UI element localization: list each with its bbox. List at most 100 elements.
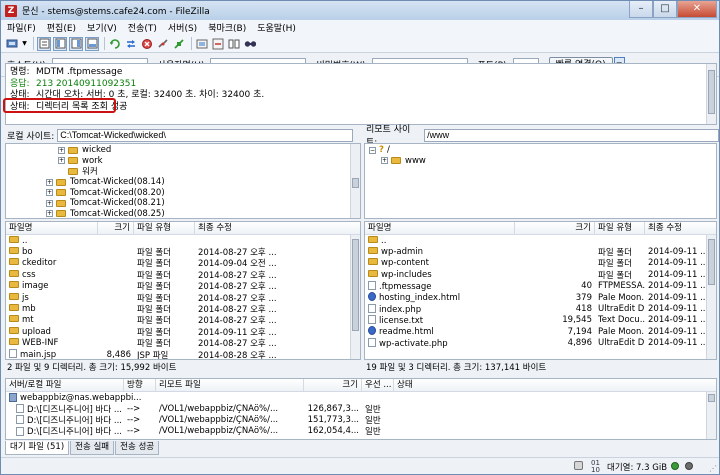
queue-scrollbar[interactable]	[706, 392, 716, 439]
file-row[interactable]: wp-content 파일 폴더 2014-09-11 ...	[365, 258, 716, 269]
menu-edit[interactable]: 편집(E)	[47, 21, 76, 34]
close-button[interactable]: ✕	[677, 1, 717, 18]
tab-queued-files[interactable]: 대기 파일 (51)	[5, 441, 70, 455]
menu-bookmarks[interactable]: 북마크(B)	[208, 21, 246, 34]
file-row[interactable]: main.jsp 8,486 JSP 파일 2014-08-28 오후 ...	[6, 349, 360, 359]
reconnect-icon[interactable]	[172, 37, 186, 51]
site-manager-icon[interactable]	[5, 37, 19, 51]
sync-browsing-icon[interactable]	[211, 37, 225, 51]
resize-grip-icon[interactable]: ⋰	[709, 464, 717, 473]
expand-icon[interactable]: +	[46, 210, 53, 218]
column-modified[interactable]: 최종 수정	[645, 222, 708, 235]
title-bar[interactable]: Z 문신 - stems@stems.cafe24.com - FileZill…	[1, 1, 719, 20]
expand-icon[interactable]: +	[46, 178, 53, 186]
remote-file-list[interactable]: 파일명 크기 파일 유형 최종 수정 .. wp-admin 파일 폴더 2014-0…	[364, 221, 717, 360]
dropdown-arrow-icon[interactable]: ▼	[21, 37, 28, 51]
toggle-log-icon[interactable]	[37, 36, 51, 51]
file-row[interactable]: wp-includes 파일 폴더 2014-09-11 ...	[365, 269, 716, 281]
file-row[interactable]: ckeditor 파일 폴더 2014-09-04 오전 ...	[6, 258, 360, 269]
toggle-queue-icon[interactable]	[85, 36, 99, 51]
local-directory-tree[interactable]: + wicked + work 워커 + Tomcat-Wicked(08.14) +…	[5, 143, 361, 219]
refresh-icon[interactable]	[108, 37, 122, 51]
column-size[interactable]: 크기	[304, 379, 362, 392]
column-priority[interactable]: 우선 ...	[362, 379, 394, 392]
collapse-icon[interactable]: −	[369, 146, 376, 154]
scrollbar-thumb[interactable]	[708, 394, 715, 402]
tree-item[interactable]: + Tomcat-Wicked(08.14)	[6, 177, 360, 188]
tree-item[interactable]: + Tomcat-Wicked(08.25)	[6, 209, 360, 218]
remote-path-input[interactable]	[424, 128, 719, 142]
file-row[interactable]: license.txt 19,545 Text Docu... 2014-09-11 …	[365, 314, 716, 326]
queue-row[interactable]: D:\[디즈니주니어] 바다 ... --> /VOL1/webappbiz/ÇÑÀ…	[6, 426, 716, 437]
column-remote-file[interactable]: 리모트 파일	[156, 379, 304, 392]
expand-icon[interactable]: +	[46, 199, 53, 207]
queue-server-row[interactable]: webappbiz@nas.webappbi...	[6, 392, 716, 403]
column-status[interactable]: 상태	[394, 379, 474, 392]
scrollbar-thumb[interactable]	[708, 70, 715, 114]
column-filetype[interactable]: 파일 유형	[134, 222, 195, 235]
menu-transfer[interactable]: 전송(T)	[128, 21, 157, 34]
tree-item[interactable]: 워커	[6, 166, 360, 177]
directory-listing-filters-icon[interactable]	[195, 37, 209, 51]
expand-icon[interactable]: +	[381, 157, 388, 165]
file-row[interactable]: readme.html 7,194 Pale Moon... 2014-09-11 .…	[365, 326, 716, 337]
toggle-remote-tree-icon[interactable]	[69, 36, 83, 51]
file-row[interactable]: .ftpmessage 40 FTPMESSA...2014-09-11 ...	[365, 280, 716, 292]
local-file-list[interactable]: 파일명 크기 파일 유형 최종 수정 .. bo 파일 폴더 2014-08-27 오…	[5, 221, 361, 360]
column-size[interactable]: 크기	[98, 222, 134, 235]
tree-item[interactable]: + www	[365, 156, 716, 167]
file-row[interactable]: WEB-INF 파일 폴더 2014-08-27 오후 ...	[6, 338, 360, 349]
compare-directories-icon[interactable]	[227, 37, 241, 51]
expand-icon[interactable]: +	[46, 189, 53, 197]
file-row[interactable]: ..	[365, 235, 716, 246]
column-filetype[interactable]: 파일 유형	[595, 222, 645, 235]
file-row[interactable]: image 파일 폴더 2014-08-27 오후 ...	[6, 281, 360, 292]
file-row[interactable]: wp-activate.php 4,896 UltraEdit D...2014-0…	[365, 337, 716, 349]
tab-successful-transfers[interactable]: 전송 성공	[115, 441, 160, 455]
file-row[interactable]: bo 파일 폴더 2014-08-27 오후 ...	[6, 246, 360, 258]
menu-view[interactable]: 보기(V)	[87, 21, 117, 34]
tree-item[interactable]: + work	[6, 156, 360, 167]
tree-item[interactable]: + wicked	[6, 145, 360, 156]
column-modified[interactable]: 최종 수정	[195, 222, 351, 235]
menu-file[interactable]: 파일(F)	[7, 21, 36, 34]
file-row[interactable]: hosting_index.html 379 Pale Moon... 2014-09…	[365, 292, 716, 303]
scrollbar-thumb[interactable]	[708, 239, 715, 285]
local-path-input[interactable]	[57, 128, 354, 142]
column-server-local-file[interactable]: 서버/로컬 파일	[6, 379, 124, 392]
scrollbar-thumb[interactable]	[352, 178, 359, 188]
tab-failed-transfers[interactable]: 전송 실패	[70, 441, 115, 455]
process-queue-icon[interactable]	[124, 37, 138, 51]
menu-help[interactable]: 도움말(H)	[257, 21, 296, 34]
file-row[interactable]: css 파일 폴더 2014-08-27 오후 ...	[6, 269, 360, 281]
file-row[interactable]: wp-admin 파일 폴더 2014-09-11 ...	[365, 246, 716, 258]
column-direction[interactable]: 방향	[124, 379, 156, 392]
file-row[interactable]: mb 파일 폴더 2014-08-27 오후 ...	[6, 303, 360, 315]
disconnect-icon[interactable]	[156, 37, 170, 51]
file-row[interactable]: index.php 418 UltraEdit D...2014-09-11 ...	[365, 303, 716, 315]
tree-item[interactable]: + Tomcat-Wicked(08.20)	[6, 187, 360, 198]
file-row[interactable]: ..	[6, 235, 360, 246]
scrollbar-thumb[interactable]	[352, 239, 359, 331]
menu-server[interactable]: 서버(S)	[168, 21, 197, 34]
maximize-button[interactable]: □	[653, 1, 677, 18]
local-file-scrollbar[interactable]	[350, 235, 360, 359]
file-row[interactable]: js 파일 폴더 2014-08-27 오후 ...	[6, 292, 360, 304]
transfer-queue[interactable]: 서버/로컬 파일 방향 리모트 파일 크기 우선 ... 상태 webappbi…	[5, 378, 717, 440]
expand-icon[interactable]: +	[58, 146, 65, 154]
column-filename[interactable]: 파일명	[365, 222, 515, 235]
expand-icon[interactable]: +	[58, 157, 65, 165]
remote-file-scrollbar[interactable]	[706, 235, 716, 359]
toggle-local-tree-icon[interactable]	[53, 36, 67, 51]
cancel-icon[interactable]	[140, 37, 154, 51]
column-size[interactable]: 크기	[515, 222, 595, 235]
file-row[interactable]: upload 파일 폴더 2014-09-11 오후 ...	[6, 326, 360, 338]
queue-row[interactable]: D:\[디즈니주니어] 바다 ... --> /VOL1/webappbiz/ÇÑÀ…	[6, 414, 716, 426]
queue-row[interactable]: D:\[디즈니주니어] 바다 ... --> /VOL1/webappbiz/ÇÑÀ…	[6, 403, 716, 415]
file-row[interactable]: mt 파일 폴더 2014-08-27 오후 ...	[6, 315, 360, 326]
tree-item[interactable]: + Tomcat-Wicked(08.21)	[6, 198, 360, 209]
remote-directory-tree[interactable]: −? / + www	[364, 143, 717, 219]
message-log[interactable]: 명령: MDTM .ftpmessage 응답: 213 2014091109235…	[5, 63, 717, 125]
log-scrollbar[interactable]	[706, 64, 716, 124]
tree-item[interactable]: −? /	[365, 145, 716, 156]
